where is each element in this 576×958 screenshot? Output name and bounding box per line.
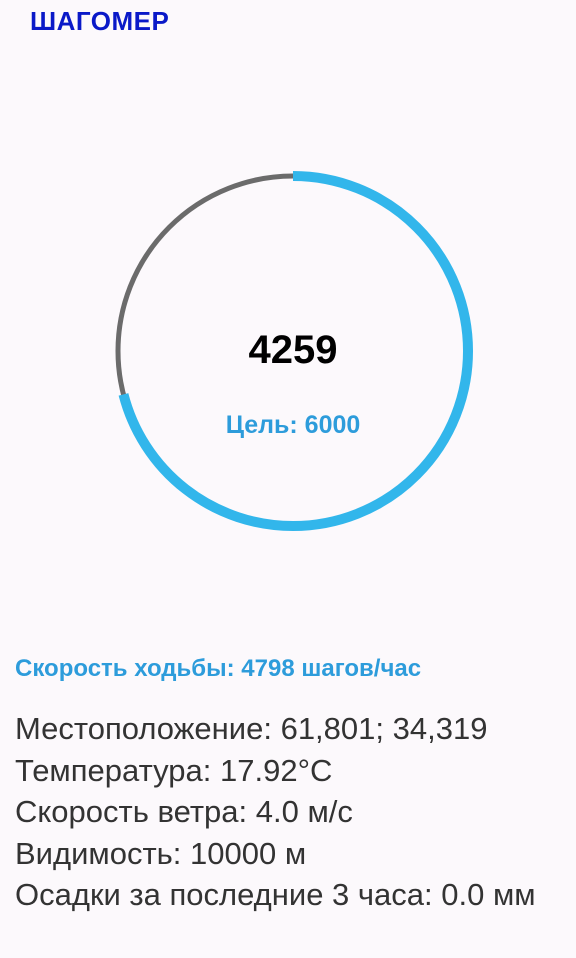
location-label: Местоположение: bbox=[15, 711, 272, 746]
visibility-label: Видимость: bbox=[15, 835, 182, 871]
precipitation-label: Осадки за последние 3 часа: bbox=[15, 877, 433, 912]
temperature-label: Температура: bbox=[15, 752, 212, 788]
step-count: 4259 bbox=[248, 328, 338, 372]
precipitation-value: 0.0 мм bbox=[441, 877, 536, 912]
walking-speed-label: Скорость ходьбы: bbox=[15, 655, 235, 682]
precipitation-row: Осадки за последние 3 часа: 0.0 мм bbox=[15, 874, 565, 916]
step-goal: Цель: 6000 bbox=[225, 411, 361, 439]
visibility-row: Видимость: 10000 м bbox=[15, 833, 565, 875]
weather-info: Местоположение: 61,801; 34,319 Температу… bbox=[15, 708, 565, 916]
location-value: 61,801; 34,319 bbox=[280, 711, 488, 746]
step-progress-ring: 4259 Цель: 6000 bbox=[110, 168, 476, 534]
wind-speed-label: Скорость ветра: bbox=[15, 794, 248, 829]
temperature-row: Температура: 17.92°C bbox=[15, 750, 565, 792]
app-title: ШАГОМЕР bbox=[30, 6, 170, 36]
temperature-value: 17.92°C bbox=[220, 752, 333, 788]
walking-speed: Скорость ходьбы: 4798 шагов/час bbox=[15, 655, 421, 683]
wind-speed-value: 4.0 м/с bbox=[255, 794, 353, 829]
wind-speed-row: Скорость ветра: 4.0 м/с bbox=[15, 791, 565, 833]
visibility-value: 10000 м bbox=[190, 835, 307, 871]
walking-speed-value: 4798 шагов/час bbox=[241, 655, 422, 682]
location-row: Местоположение: 61,801; 34,319 bbox=[15, 708, 565, 750]
